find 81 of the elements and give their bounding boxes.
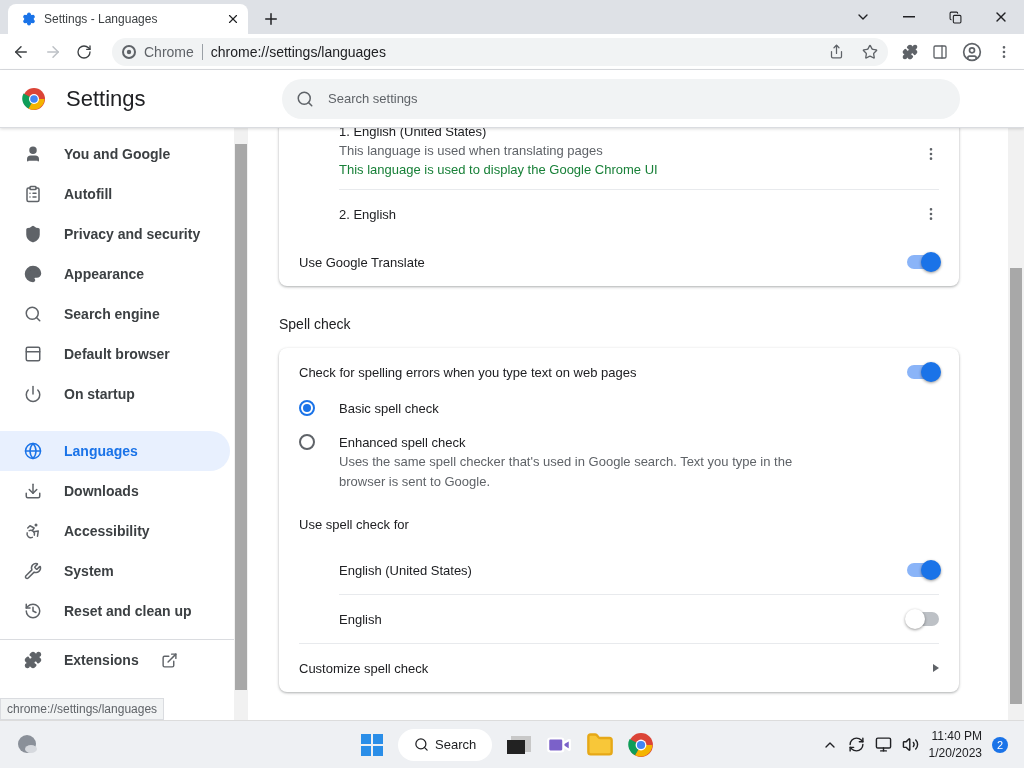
- sidebar-item[interactable]: Languages: [0, 431, 230, 471]
- sidebar-item[interactable]: Accessibility: [0, 511, 230, 551]
- language-note: This language is used to display the Google Chrome UI: [339, 162, 659, 177]
- power-icon: [24, 385, 42, 403]
- translate-label: Use Google Translate: [299, 254, 425, 270]
- extensions-button[interactable]: [902, 43, 918, 60]
- task-view-icon[interactable]: [506, 733, 533, 756]
- external-link-icon: [160, 651, 178, 669]
- chrome-logo-icon: [22, 86, 46, 111]
- search-icon: [296, 89, 314, 108]
- sidebar-item[interactable]: Privacy and security: [0, 214, 230, 254]
- status-bubble: chrome://settings/languages: [0, 698, 165, 720]
- language-label: English: [339, 611, 382, 627]
- share-button[interactable]: [829, 44, 844, 59]
- browser-window-icon: [24, 345, 42, 363]
- site-chip: Chrome: [144, 43, 203, 60]
- sidebar-item[interactable]: Reset and clean up: [0, 591, 230, 631]
- chrome-icon: [122, 44, 136, 59]
- option-description: Uses the same spell checker that's used in Google search. Text you type in the browser is sent to Google.: [339, 453, 794, 491]
- section-heading: Spell check: [279, 316, 352, 332]
- language-toggle[interactable]: [907, 563, 939, 577]
- profile-button[interactable]: [962, 41, 982, 62]
- sidebar-item[interactable]: On startup: [0, 374, 230, 414]
- translate-toggle[interactable]: [907, 255, 939, 269]
- wrench-icon: [24, 562, 42, 580]
- search-icon: [24, 305, 42, 323]
- search-field[interactable]: Search settings: [282, 78, 960, 119]
- sidebar-item[interactable]: Downloads: [0, 471, 230, 511]
- network-icon[interactable]: [874, 736, 892, 753]
- language-note: This language is used when translating pages: [339, 143, 604, 158]
- history-icon: [24, 602, 42, 620]
- sidebar-scrollbar[interactable]: [234, 128, 248, 720]
- puzzle-icon: [24, 651, 42, 669]
- clipboard-icon: [24, 185, 42, 203]
- customize-link[interactable]: Customize spell check: [279, 644, 959, 692]
- extensions-link[interactable]: Extensions: [0, 640, 234, 680]
- sidebar-item[interactable]: Autofill: [0, 174, 230, 214]
- radio-button[interactable]: [299, 400, 315, 416]
- subsection-label: Use spell check for: [299, 516, 409, 532]
- option-label: Basic spell check: [339, 401, 439, 416]
- start-button[interactable]: [360, 732, 384, 757]
- volume-icon[interactable]: [901, 736, 919, 753]
- taskbar-search-button[interactable]: Search: [398, 728, 493, 761]
- side-panel-button[interactable]: [932, 43, 948, 60]
- address-bar[interactable]: Chrome chrome://settings/languages: [112, 37, 888, 66]
- reload-button[interactable]: [76, 43, 92, 60]
- page-title: Settings: [66, 85, 146, 112]
- restore-icon: [948, 10, 962, 24]
- gear-icon: [22, 12, 36, 26]
- sidebar-item[interactable]: Appearance: [0, 254, 230, 294]
- close-tab-button[interactable]: [226, 12, 240, 26]
- language-label: English (United States): [339, 562, 472, 578]
- language-toggle[interactable]: [907, 612, 939, 626]
- clock[interactable]: 11:40 PM 1/20/2023: [928, 729, 982, 760]
- shield-icon: [24, 225, 42, 243]
- sidebar-item[interactable]: Search engine: [0, 294, 230, 334]
- radio-button[interactable]: [299, 434, 315, 450]
- person-icon: [24, 145, 42, 163]
- sync-icon[interactable]: [847, 736, 865, 753]
- chrome-taskbar-icon: [628, 731, 655, 758]
- palette-icon: [24, 265, 42, 283]
- bookmark-button[interactable]: [862, 43, 878, 60]
- search-icon: [414, 737, 429, 752]
- page-scrollbar[interactable]: [1008, 128, 1024, 720]
- tab-title: Settings - Languages: [44, 12, 159, 26]
- sidebar-item[interactable]: You and Google: [0, 134, 230, 174]
- option-label: Enhanced spell check: [339, 435, 467, 450]
- browser-tab[interactable]: Settings - Languages: [8, 4, 248, 34]
- accessibility-icon: [24, 522, 42, 540]
- url-text: chrome://settings/languages: [210, 43, 387, 60]
- minimize-icon: [903, 16, 915, 18]
- download-icon: [24, 482, 42, 500]
- globe-icon: [24, 442, 42, 460]
- language-name: 2. English: [339, 206, 397, 222]
- sidebar-item[interactable]: System: [0, 551, 230, 591]
- notification-badge[interactable]: 2: [992, 736, 1008, 753]
- setting-label: Check for spelling errors when you type text on web pages: [299, 364, 637, 380]
- spell-check-toggle[interactable]: [907, 365, 939, 379]
- new-tab-button[interactable]: [262, 10, 280, 28]
- caret-icon: [933, 664, 939, 672]
- sidebar-item[interactable]: Default browser: [0, 334, 230, 374]
